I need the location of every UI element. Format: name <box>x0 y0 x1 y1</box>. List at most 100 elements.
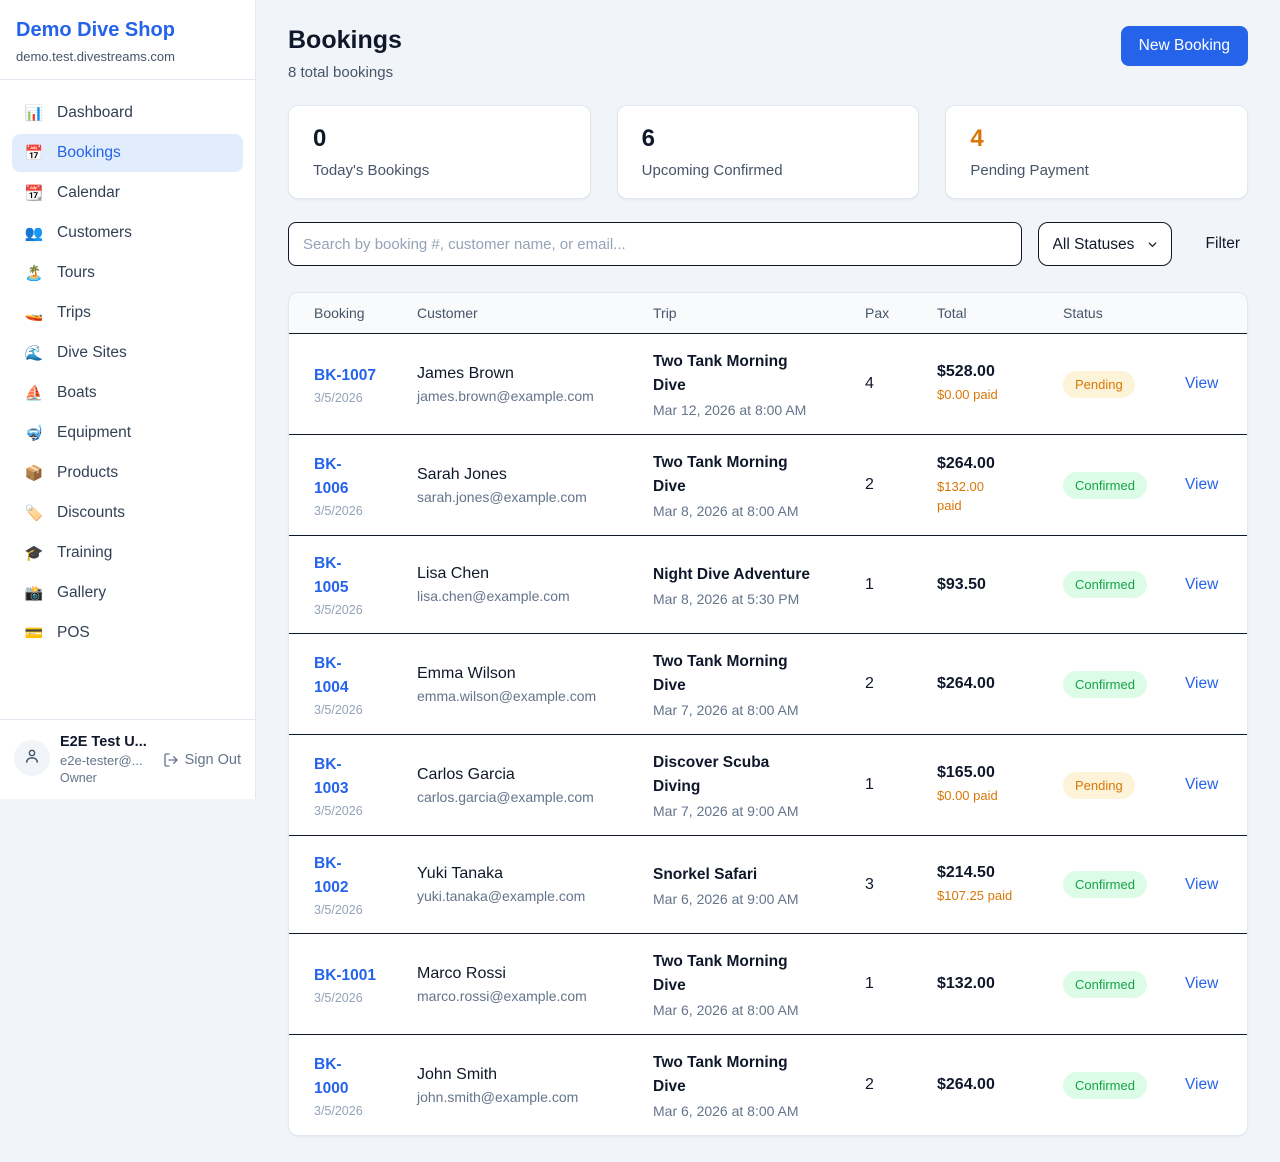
table-row: BK-1004 3/5/2026 Emma Wilson emma.wilson… <box>289 634 1247 735</box>
status-badge: Confirmed <box>1063 472 1147 499</box>
trip-datetime: Mar 8, 2026 at 8:00 AM <box>653 503 833 519</box>
stat-card-todays-bookings: 0 Today's Bookings <box>288 105 591 199</box>
sidebar-item-trips[interactable]: 🚤 Trips <box>12 294 243 332</box>
trip-name: Night Dive Adventure <box>653 563 813 587</box>
stat-card-pending-payment: 4 Pending Payment <box>945 105 1248 199</box>
training-cap-icon: 🎓 <box>24 544 44 562</box>
page-title-block: Bookings 8 total bookings <box>288 26 402 81</box>
dive-sites-wave-icon: 🌊 <box>24 344 44 362</box>
customer-email: carlos.garcia@example.com <box>417 789 621 805</box>
trip-datetime: Mar 7, 2026 at 8:00 AM <box>653 702 833 718</box>
booking-id-link[interactable]: BK-1001 <box>314 964 376 988</box>
stat-value: 6 <box>642 125 895 153</box>
customer-email: emma.wilson@example.com <box>417 688 621 704</box>
sidebar-item-equipment[interactable]: 🤿 Equipment <box>12 414 243 452</box>
filter-controls: All Statuses Filter <box>288 222 1248 266</box>
sign-out-button[interactable]: Sign Out <box>163 752 241 768</box>
sidebar-item-training[interactable]: 🎓 Training <box>12 534 243 572</box>
pax-count: 4 <box>865 375 874 392</box>
table-row: BK-1001 3/5/2026 Marco Rossi marco.rossi… <box>289 934 1247 1035</box>
sidebar-item-discounts[interactable]: 🏷️ Discounts <box>12 494 243 532</box>
view-booking-link[interactable]: View <box>1185 1076 1218 1093</box>
booking-id-link[interactable]: BK-1002 <box>314 852 348 900</box>
total-amount: $132.00 <box>937 975 1031 993</box>
sidebar-item-bookings[interactable]: 📅 Bookings <box>12 134 243 172</box>
view-booking-link[interactable]: View <box>1185 975 1218 992</box>
pax-count: 1 <box>865 975 874 992</box>
customer-name: Yuki Tanaka <box>417 865 621 883</box>
sidebar-item-calendar[interactable]: 📆 Calendar <box>12 174 243 212</box>
customer-name: Carlos Garcia <box>417 766 621 784</box>
table-header: Booking Customer Trip Pax Total Status <box>289 293 1247 334</box>
view-booking-link[interactable]: View <box>1185 476 1218 493</box>
trip-name: Two Tank Morning Dive <box>653 950 813 998</box>
sidebar-item-customers[interactable]: 👥 Customers <box>12 214 243 252</box>
equipment-mask-icon: 🤿 <box>24 424 44 442</box>
sidebar-item-products[interactable]: 📦 Products <box>12 454 243 492</box>
total-amount: $93.50 <box>937 576 1031 594</box>
booking-date: 3/5/2026 <box>314 603 385 617</box>
trip-name: Two Tank Morning Dive <box>653 451 813 499</box>
products-package-icon: 📦 <box>24 464 44 482</box>
booking-id-link[interactable]: BK-1003 <box>314 753 348 801</box>
total-amount: $165.00 <box>937 764 1031 782</box>
customer-name: John Smith <box>417 1066 621 1084</box>
sign-out-icon <box>163 752 179 768</box>
filter-button[interactable]: Filter <box>1198 235 1248 253</box>
sidebar-item-gallery[interactable]: 📸 Gallery <box>12 574 243 612</box>
status-select-wrap: All Statuses <box>1038 222 1172 266</box>
sidebar-item-dive-sites[interactable]: 🌊 Dive Sites <box>12 334 243 372</box>
view-booking-link[interactable]: View <box>1185 776 1218 793</box>
column-header-trip: Trip <box>637 293 849 334</box>
booking-date: 3/5/2026 <box>314 991 385 1005</box>
total-amount: $214.50 <box>937 864 1031 882</box>
booking-id-link[interactable]: BK-1004 <box>314 652 348 700</box>
column-header-pax: Pax <box>849 293 921 334</box>
booking-id-link[interactable]: BK-1005 <box>314 552 348 600</box>
customer-email: marco.rossi@example.com <box>417 988 621 1004</box>
customer-name: Emma Wilson <box>417 665 621 683</box>
trip-name: Two Tank Morning Dive <box>653 650 813 698</box>
sidebar-item-pos[interactable]: 💳 POS <box>12 614 243 652</box>
paid-amount: $0.00 paid <box>937 386 1031 405</box>
avatar <box>14 740 50 776</box>
user-role: Owner <box>60 771 153 785</box>
column-header-total: Total <box>921 293 1047 334</box>
customer-email: james.brown@example.com <box>417 388 621 404</box>
customer-name: Lisa Chen <box>417 565 621 583</box>
new-booking-button[interactable]: New Booking <box>1121 26 1248 66</box>
sidebar-nav: 📊 Dashboard 📅 Bookings 📆 Calendar 👥 Cust… <box>0 80 255 719</box>
trip-datetime: Mar 8, 2026 at 5:30 PM <box>653 591 833 607</box>
status-badge: Confirmed <box>1063 571 1147 598</box>
view-booking-link[interactable]: View <box>1185 576 1218 593</box>
booking-date: 3/5/2026 <box>314 903 385 917</box>
sidebar-item-boats[interactable]: ⛵ Boats <box>12 374 243 412</box>
status-select[interactable]: All Statuses <box>1038 222 1172 266</box>
stat-value: 0 <box>313 125 566 153</box>
booking-id-link[interactable]: BK-1000 <box>314 1053 348 1101</box>
sidebar-item-tours[interactable]: 🏝️ Tours <box>12 254 243 292</box>
view-booking-link[interactable]: View <box>1185 876 1218 893</box>
trip-datetime: Mar 6, 2026 at 8:00 AM <box>653 1002 833 1018</box>
table-row: BK-1005 3/5/2026 Lisa Chen lisa.chen@exa… <box>289 536 1247 634</box>
search-input[interactable] <box>288 222 1022 266</box>
table-row: BK-1007 3/5/2026 James Brown james.brown… <box>289 334 1247 435</box>
booking-date: 3/5/2026 <box>314 504 385 518</box>
status-badge: Pending <box>1063 772 1135 799</box>
column-header-actions <box>1169 293 1247 334</box>
column-header-status: Status <box>1047 293 1169 334</box>
view-booking-link[interactable]: View <box>1185 375 1218 392</box>
total-amount: $264.00 <box>937 1076 1031 1094</box>
stat-label: Upcoming Confirmed <box>642 162 895 179</box>
pos-card-icon: 💳 <box>24 624 44 642</box>
bookings-table: Booking Customer Trip Pax Total Status B… <box>289 293 1247 1135</box>
view-booking-link[interactable]: View <box>1185 675 1218 692</box>
pax-count: 1 <box>865 576 874 593</box>
pax-count: 2 <box>865 675 874 692</box>
booking-id-link[interactable]: BK-1006 <box>314 453 348 501</box>
booking-date: 3/5/2026 <box>314 703 385 717</box>
stats-row: 0 Today's Bookings 6 Upcoming Confirmed … <box>288 105 1248 199</box>
paid-amount: $132.00paid <box>937 478 1031 516</box>
sidebar-item-dashboard[interactable]: 📊 Dashboard <box>12 94 243 132</box>
booking-id-link[interactable]: BK-1007 <box>314 364 376 388</box>
